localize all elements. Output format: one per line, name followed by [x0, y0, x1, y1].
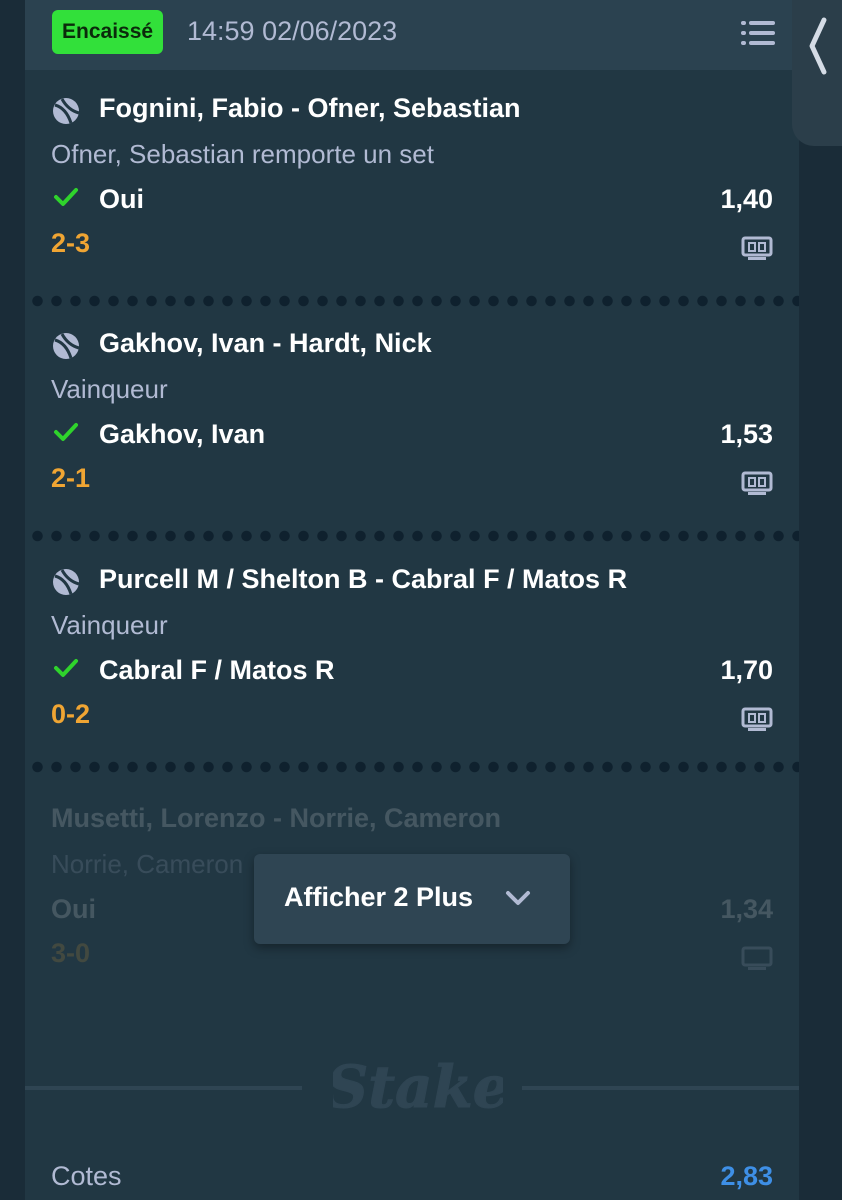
check-icon: [54, 659, 78, 677]
selection-name: Gakhov, Ivan: [99, 419, 266, 449]
side-panel-toggle[interactable]: [792, 0, 842, 146]
svg-text:Stake: Stake: [333, 1053, 503, 1121]
tennis-ball-icon: [53, 569, 80, 595]
event-title[interactable]: Purcell M / Shelton B - Cabral F / Matos…: [99, 564, 627, 595]
event-title[interactable]: Fognini, Fabio - Ofner, Sebastian: [99, 93, 521, 124]
left-gutter: [0, 0, 25, 1200]
event-title: Musetti, Lorenzo - Norrie, Cameron: [51, 803, 502, 833]
bet-slip-header: Encaissé 14:59 02/06/2023: [25, 0, 799, 70]
bet-separator: [25, 760, 799, 774]
bet-separator: [25, 294, 799, 308]
chevron-down-icon: [506, 891, 530, 905]
list-menu-icon[interactable]: [741, 20, 775, 46]
check-icon: [54, 188, 78, 206]
selection-name: Oui: [51, 894, 96, 924]
match-score: 3-0: [51, 938, 91, 968]
market-name: Vainqueur: [51, 374, 168, 404]
match-score: 2-3: [51, 228, 91, 258]
selection-odds: 1,34: [720, 894, 773, 924]
match-score: 0-2: [51, 699, 91, 729]
bet-item: Fognini, Fabio - Ofner, Sebastian Ofner,…: [25, 76, 799, 312]
status-badge: Encaissé: [52, 10, 164, 54]
selection-odds: 1,70: [720, 655, 773, 685]
selection-name: Cabral F / Matos R: [99, 655, 335, 685]
show-more-label: Afficher 2 Plus: [284, 882, 474, 912]
market-name: Norrie, Cameron: [51, 849, 244, 879]
market-name: Vainqueur: [51, 610, 168, 640]
total-odds-label: Cotes: [51, 1161, 122, 1191]
bet-separator: [25, 529, 799, 543]
check-icon: [54, 423, 78, 441]
total-odds-value: 2,83: [720, 1161, 773, 1191]
scoreboard-icon: [741, 946, 773, 970]
tennis-ball-icon: [53, 333, 80, 359]
scoreboard-icon[interactable]: [741, 471, 773, 497]
stake-logo: Stake: [333, 1053, 503, 1122]
selection-name: Oui: [99, 184, 144, 214]
selection-odds: 1,53: [720, 419, 773, 449]
scoreboard-icon[interactable]: [741, 236, 773, 262]
match-score: 2-1: [51, 463, 91, 493]
tennis-ball-icon: [53, 98, 80, 124]
chevron-left-icon: [809, 17, 827, 75]
bet-slip-panel: Encaissé 14:59 02/06/2023 Fognini, Fabio…: [25, 0, 799, 1200]
selection-odds: 1,40: [720, 184, 773, 214]
bet-timestamp: 14:59 02/06/2023: [187, 16, 398, 46]
brand-divider-right: [522, 1086, 799, 1090]
event-title[interactable]: Gakhov, Ivan - Hardt, Nick: [99, 328, 432, 359]
bet-item: Gakhov, Ivan - Hardt, Nick Vainqueur Gak…: [25, 311, 799, 547]
show-more-button[interactable]: Afficher 2 Plus: [254, 854, 570, 944]
brand-divider-left: [25, 1086, 302, 1090]
bet-item: Purcell M / Shelton B - Cabral F / Matos…: [25, 547, 799, 783]
scoreboard-icon[interactable]: [741, 707, 773, 733]
market-name: Ofner, Sebastian remporte un set: [51, 139, 434, 169]
